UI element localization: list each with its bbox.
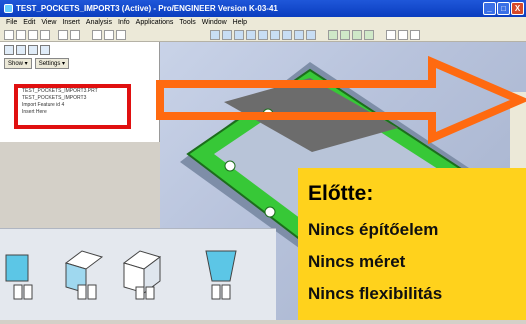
callout-heading: Előtte: xyxy=(308,182,374,205)
extrude-pocket-icon[interactable] xyxy=(0,237,52,317)
callout-line-no-flexibility: Nincs flexibilitás xyxy=(308,284,443,303)
callout-line-no-dimension: Nincs méret xyxy=(308,252,406,271)
application-window: TEST_POCKETS_IMPORT3 (Active) - Pro/ENGI… xyxy=(0,0,526,320)
pocket-feature-palette xyxy=(0,228,276,320)
orange-arrow xyxy=(156,55,526,145)
box-pocket-icon[interactable] xyxy=(116,237,168,317)
before-callout: Előtte: Nincs építőelem Nincs méret Ninc… xyxy=(298,168,526,320)
callout-line-no-feature: Nincs építőelem xyxy=(308,220,439,239)
cylinder-pocket-icon[interactable] xyxy=(196,237,248,317)
offset-pocket-icon[interactable] xyxy=(58,237,110,317)
